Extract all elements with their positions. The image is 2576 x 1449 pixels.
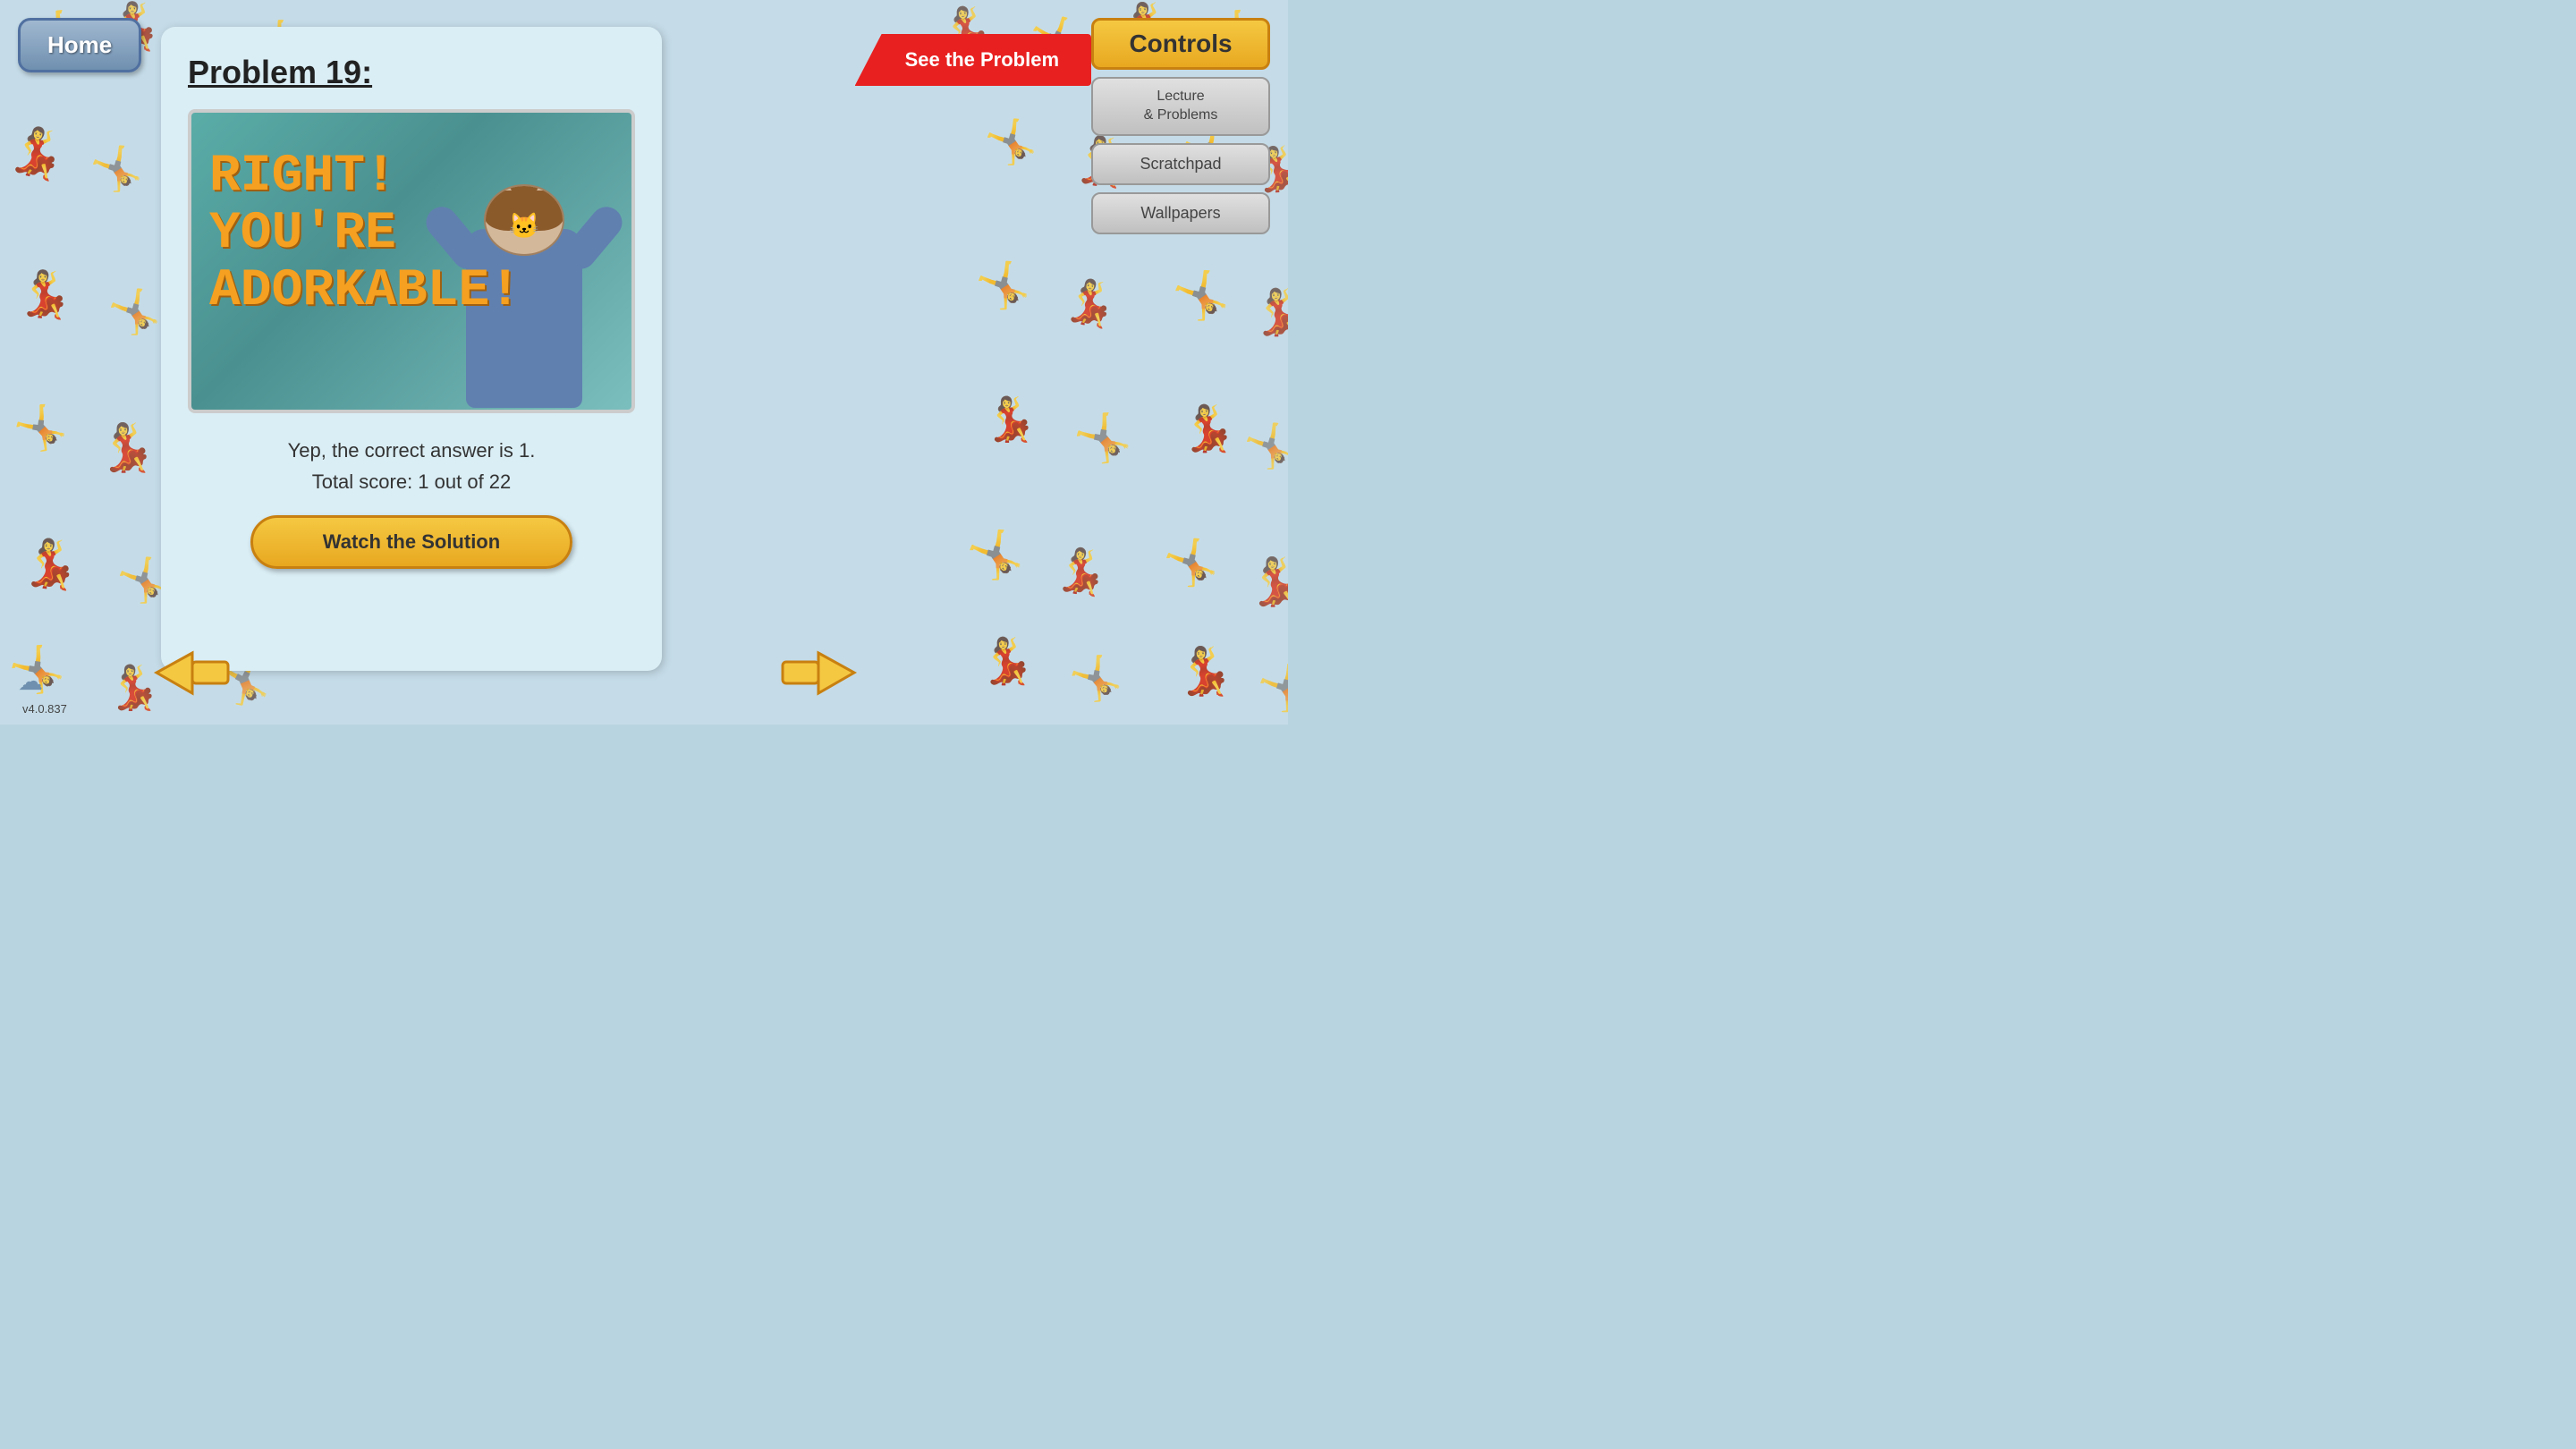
- lecture-problems-button[interactable]: Lecture & Problems: [1091, 77, 1270, 136]
- watch-solution-button[interactable]: Watch the Solution: [250, 515, 572, 569]
- version-text: v4.0.837: [22, 671, 67, 716]
- problem-title: Problem 19:: [188, 54, 635, 91]
- controls-panel: Controls Lecture & Problems Scratchpad W…: [1091, 18, 1270, 234]
- score-text: Yep, the correct answer is 1. Total scor…: [188, 435, 635, 497]
- nav-left-button[interactable]: [152, 648, 233, 702]
- nav-right-button[interactable]: [778, 648, 859, 702]
- left-arrow-icon: [152, 648, 233, 698]
- see-problem-banner[interactable]: See the Problem: [855, 34, 1091, 86]
- right-text: RIGHT! YOU'RE ADORKABLE!: [209, 148, 521, 319]
- result-image-area: RIGHT! YOU'RE ADORKABLE! 🐱: [188, 109, 635, 413]
- home-button[interactable]: Home: [18, 18, 141, 72]
- cat-ear-right: [537, 184, 558, 191]
- controls-title-button[interactable]: Controls: [1091, 18, 1270, 70]
- main-card: Problem 19: RIGHT! YOU'RE ADORKABLE! 🐱: [161, 27, 662, 671]
- scratchpad-button[interactable]: Scratchpad: [1091, 143, 1270, 185]
- right-arrow-icon: [778, 648, 859, 698]
- cat-arm-right: [558, 200, 628, 275]
- wallpapers-button[interactable]: Wallpapers: [1091, 192, 1270, 234]
